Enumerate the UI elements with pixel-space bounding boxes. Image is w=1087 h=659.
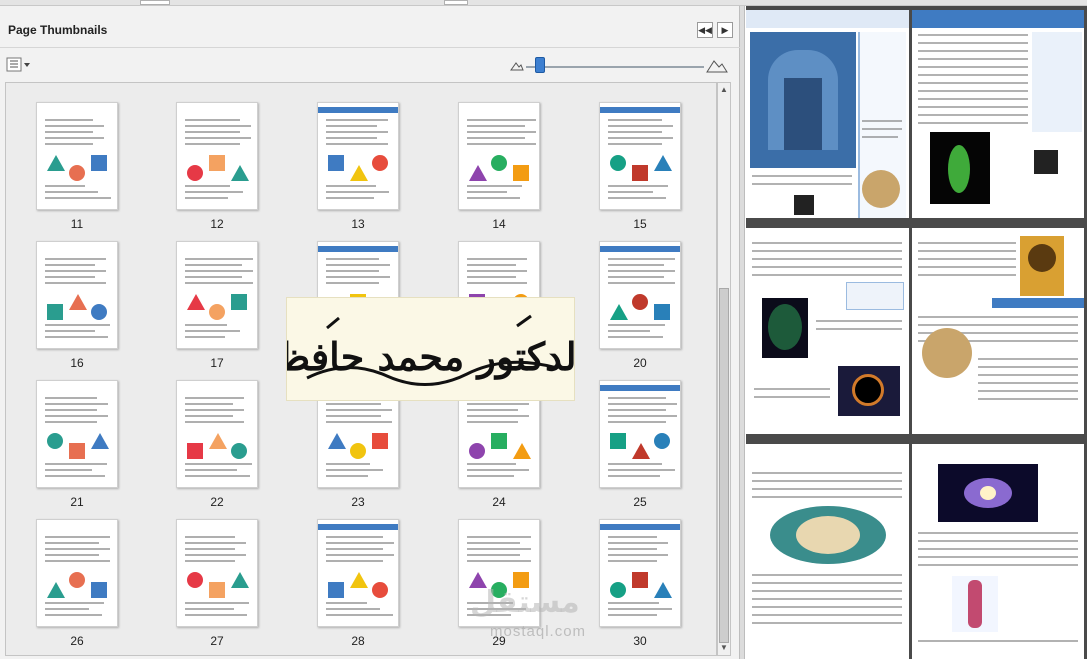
chevron-right-icon: ▶ (721, 25, 729, 35)
page-number-label: 30 (633, 634, 647, 648)
page-thumbnail[interactable] (36, 241, 118, 349)
scroll-up-icon[interactable]: ▲ (718, 83, 730, 97)
page-thumbnail[interactable] (599, 241, 681, 349)
page-thumbnail[interactable] (36, 519, 118, 627)
scrollbar-thumb[interactable] (719, 288, 729, 643)
document-page (912, 444, 1084, 659)
page-thumbnail[interactable] (36, 102, 118, 210)
page-number-label: 29 (492, 634, 506, 648)
page-thumbnail[interactable] (599, 380, 681, 488)
page-thumbnail[interactable] (317, 519, 399, 627)
page-thumbnail[interactable] (317, 102, 399, 210)
page-number-label: 14 (492, 217, 506, 231)
pdf-viewer-window: Page Thumbnails ◀◀ ▶ 11 12 13 14 15 16 1… (0, 0, 1087, 659)
list-options-icon (6, 57, 30, 72)
mountain-large-icon[interactable] (706, 57, 728, 73)
page-thumbnail[interactable] (36, 380, 118, 488)
zoom-slider-track[interactable] (526, 66, 704, 68)
page-number-label: 24 (492, 495, 506, 509)
page-thumbnail[interactable] (176, 380, 258, 488)
page-number-label: 28 (351, 634, 365, 648)
toolbar-field[interactable] (140, 0, 170, 5)
scroll-down-icon[interactable]: ▼ (718, 641, 730, 655)
thumbnail-toolbar (0, 49, 740, 79)
page-thumbnail[interactable] (458, 519, 540, 627)
page-number-label: 15 (633, 217, 647, 231)
page-number-label: 11 (70, 217, 84, 231)
panel-splitter[interactable] (740, 6, 745, 659)
collapse-panel-button[interactable]: ◀◀ (697, 22, 713, 38)
mountain-small-icon[interactable] (510, 61, 524, 71)
document-page (912, 10, 1084, 218)
document-view (746, 6, 1087, 659)
page-number-label: 25 (633, 495, 647, 509)
page-number-label: 13 (351, 217, 365, 231)
document-page (746, 228, 909, 434)
page-thumbnail[interactable] (176, 241, 258, 349)
page-number-label: 16 (70, 356, 84, 370)
page-thumbnail[interactable] (599, 519, 681, 627)
page-number-label: 27 (210, 634, 224, 648)
page-thumbnail[interactable] (176, 102, 258, 210)
document-page (746, 10, 909, 218)
page-number-label: 21 (70, 495, 84, 509)
page-number-label: 17 (210, 356, 224, 370)
page-number-label: 22 (210, 495, 224, 509)
calligraphy-logo-image: الدكتور محمد حافظ (286, 297, 576, 401)
page-number-label: 26 (70, 634, 84, 648)
page-number-label: 12 (210, 217, 224, 231)
toolbar-field[interactable] (444, 0, 468, 5)
chevron-double-left-icon: ◀◀ (698, 25, 712, 35)
calligraphy-logo-art: الدكتور محمد حافظ (287, 314, 576, 386)
document-page (912, 228, 1084, 434)
page-thumbnail[interactable] (458, 102, 540, 210)
page-number-label: 23 (351, 495, 365, 509)
page-thumbnail[interactable] (599, 102, 681, 210)
panel-header: Page Thumbnails ◀◀ ▶ (0, 6, 740, 48)
thumbnail-scrollbar[interactable]: ▲ ▼ (717, 82, 731, 656)
document-page (746, 444, 909, 659)
zoom-slider-handle[interactable] (535, 57, 546, 73)
page-thumbnail[interactable] (176, 519, 258, 627)
page-number-label: 20 (633, 356, 647, 370)
options-menu-button[interactable] (6, 57, 32, 73)
panel-title: Page Thumbnails (8, 23, 108, 37)
calligraphy-text: الدكتور محمد حافظ (287, 334, 576, 380)
expand-panel-button[interactable]: ▶ (717, 22, 733, 38)
